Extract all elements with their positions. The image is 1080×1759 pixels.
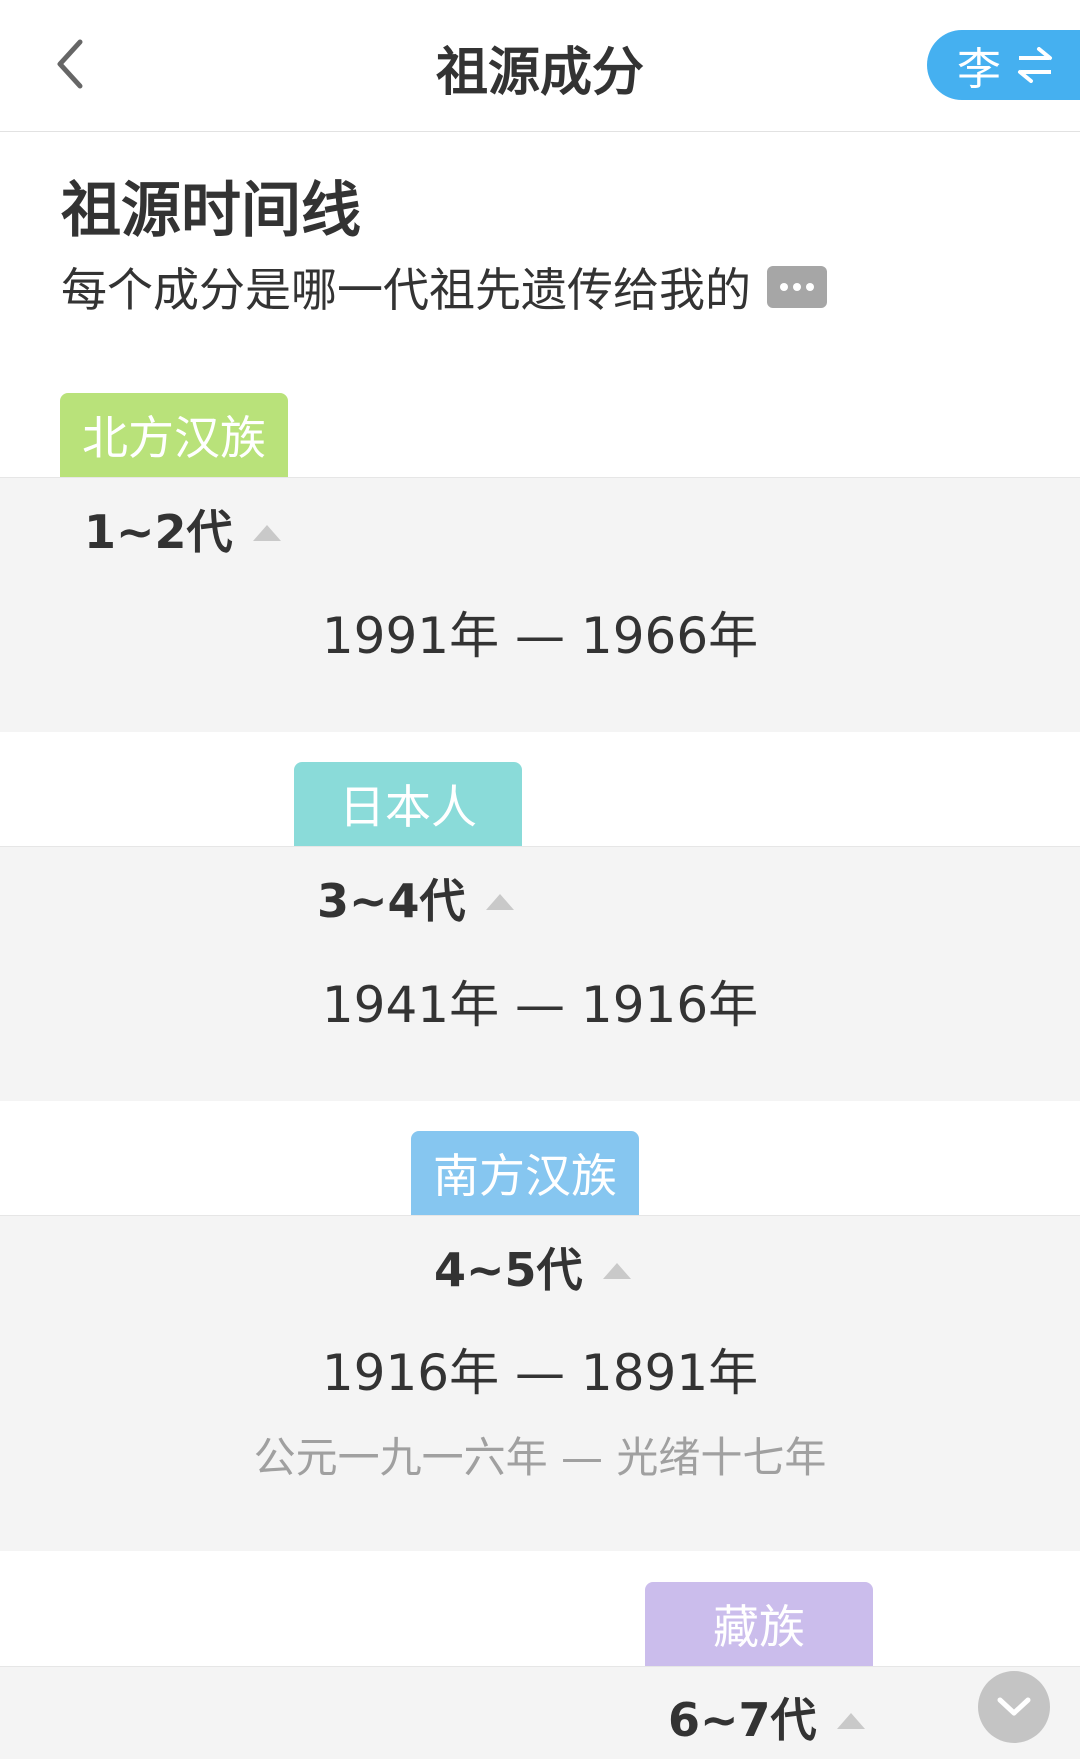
- ancestry-tag-japanese: 日本人: [294, 762, 522, 846]
- generation-label: 1~2代: [84, 505, 233, 559]
- switch-person-label: 李: [957, 44, 1001, 95]
- timeline-subtitle-text: 每个成分是哪一代祖先遗传给我的: [61, 263, 751, 317]
- ancestry-tag-northern-han: 北方汉族: [60, 393, 288, 477]
- page-title: 祖源成分: [435, 43, 644, 103]
- ancestry-tag-label: 南方汉族: [433, 1149, 617, 1203]
- ancestry-tag-tibetan: 藏族: [645, 1582, 873, 1666]
- generation-label: 3~4代: [317, 874, 466, 928]
- timeline-row: [0, 1666, 1080, 1759]
- more-icon[interactable]: [767, 266, 827, 308]
- ancestry-tag-label: 藏族: [713, 1600, 805, 1654]
- generation-toggle[interactable]: 6~7代: [668, 1684, 865, 1750]
- ancestry-tag-label: 日本人: [339, 780, 477, 834]
- ancestry-tag-southern-han: 南方汉族: [411, 1131, 639, 1215]
- switch-person-button[interactable]: 李: [927, 30, 1080, 100]
- ancestry-tag-label: 北方汉族: [82, 411, 266, 465]
- generation-toggle[interactable]: 3~4代: [317, 865, 514, 931]
- triangle-up-icon: [252, 525, 281, 541]
- year-range: 1941年 — 1916年: [321, 976, 759, 1034]
- generation-label: 4~5代: [434, 1243, 583, 1297]
- generation-label: 6~7代: [668, 1693, 817, 1747]
- triangle-up-icon: [836, 1713, 865, 1729]
- app-header: 祖源成分 李: [0, 0, 1080, 132]
- triangle-up-icon: [485, 894, 514, 910]
- generation-toggle[interactable]: 4~5代: [434, 1234, 631, 1300]
- year-range: 1991年 — 1966年: [321, 607, 759, 665]
- scroll-down-button[interactable]: [978, 1671, 1050, 1743]
- timeline-subtitle: 每个成分是哪一代祖先遗传给我的: [61, 254, 827, 320]
- timeline-title: 祖源时间线: [61, 176, 361, 246]
- chevron-down-icon: [997, 1697, 1031, 1716]
- generation-toggle[interactable]: 1~2代: [84, 496, 281, 562]
- triangle-up-icon: [602, 1263, 631, 1279]
- swap-arrows-icon: [1018, 47, 1052, 83]
- year-range: 1916年 — 1891年: [321, 1344, 759, 1402]
- era-range: 公元一九一六年 — 光绪十七年: [253, 1433, 827, 1482]
